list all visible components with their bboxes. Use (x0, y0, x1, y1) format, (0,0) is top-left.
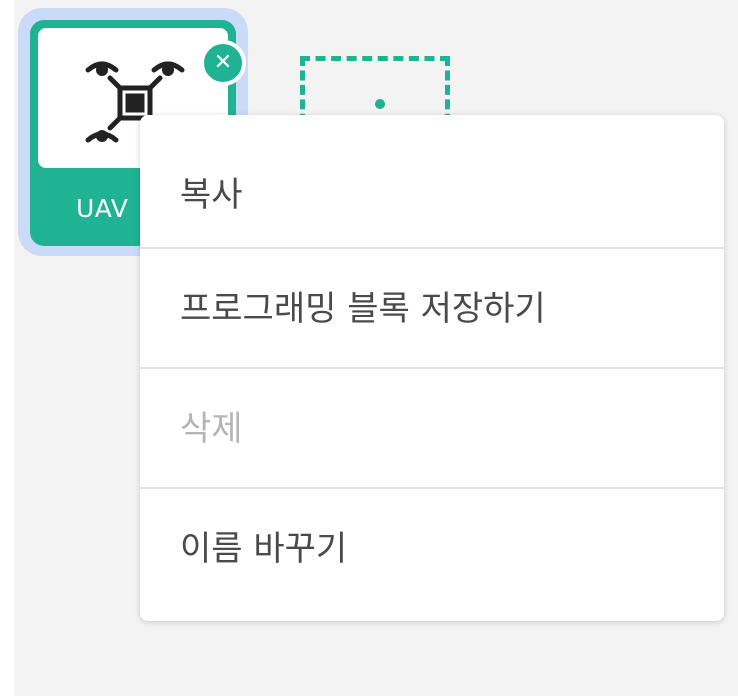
close-icon[interactable]: ✕ (200, 40, 246, 86)
menu-item-rename[interactable]: 이름 바꾸기 (140, 489, 724, 609)
context-menu: 복사 프로그래밍 블록 저장하기 삭제 이름 바꾸기 (140, 115, 724, 621)
add-dot-icon (375, 99, 385, 109)
menu-item-delete: 삭제 (180, 409, 243, 449)
menu-item-copy[interactable]: 복사 (140, 135, 724, 255)
menu-item-save-programming-blocks[interactable]: 프로그래밍 블록 저장하기 (140, 249, 724, 369)
